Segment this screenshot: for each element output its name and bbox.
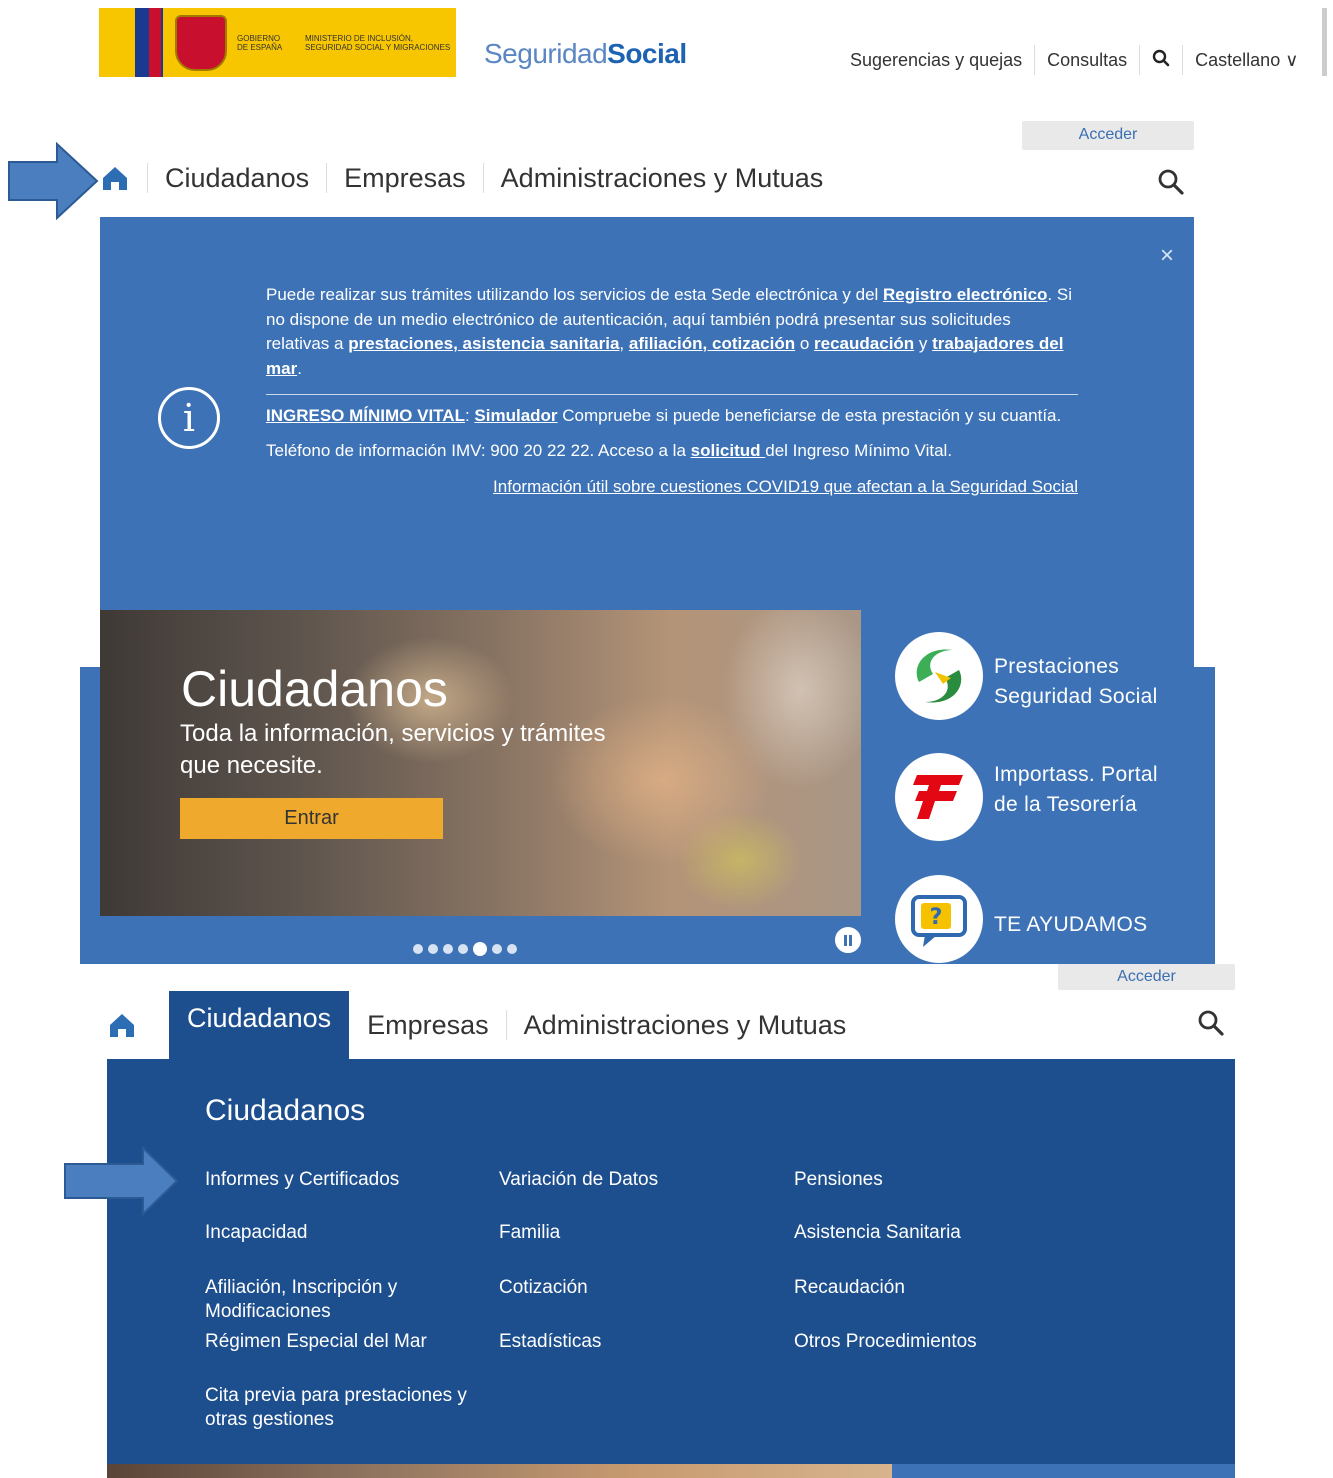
- carousel-dot[interactable]: [507, 944, 517, 954]
- divider: [482, 163, 484, 193]
- government-logo[interactable]: GOBIERNO DE ESPAÑA MINISTERIO DE INCLUSI…: [99, 8, 456, 77]
- home-icon[interactable]: [100, 163, 130, 193]
- recaudacion-link[interactable]: recaudación: [814, 334, 914, 353]
- pause-icon[interactable]: [835, 927, 861, 953]
- divider: [1139, 45, 1141, 75]
- banner-text: Puede realizar sus trámites utilizando l…: [266, 283, 1078, 500]
- divider: [1182, 45, 1184, 75]
- gov-logo-text: GOBIERNO DE ESPAÑA: [237, 33, 283, 52]
- help-question-icon[interactable]: ?: [895, 875, 983, 963]
- utility-links: Sugerencias y quejas Consultas Castellan…: [850, 44, 1298, 76]
- search-icon[interactable]: [1197, 1009, 1225, 1037]
- afiliacion-link[interactable]: afiliación, cotización: [629, 334, 795, 353]
- nav-ciudadanos[interactable]: Ciudadanos: [165, 163, 309, 194]
- ministry-logo-text: MINISTERIO DE INCLUSIÓN, SEGURIDAD SOCIA…: [305, 33, 451, 52]
- registro-electronico-link[interactable]: Registro electrónico: [883, 285, 1047, 304]
- flag-icon: [135, 8, 163, 77]
- main-nav: Ciudadanos Empresas Administraciones y M…: [100, 155, 823, 201]
- carousel-dot[interactable]: [428, 944, 438, 954]
- acceder-button[interactable]: Acceder: [1022, 121, 1194, 150]
- text: .: [297, 358, 302, 378]
- text: Puede realizar sus trámites utilizando l…: [266, 285, 884, 304]
- menu-familia[interactable]: Familia: [499, 1221, 779, 1245]
- importass-logo-icon[interactable]: [895, 753, 983, 841]
- hero-title: Ciudadanos: [181, 661, 448, 717]
- text: o: [795, 334, 815, 353]
- text: del Ingreso Mínimo Vital.: [765, 440, 953, 460]
- menu-incapacidad[interactable]: Incapacidad: [205, 1221, 485, 1245]
- carousel-dot[interactable]: [492, 944, 502, 954]
- tab-ciudadanos-active[interactable]: Ciudadanos: [169, 991, 350, 1059]
- suggestions-link[interactable]: Sugerencias y quejas: [850, 50, 1022, 71]
- te-ayudamos-link[interactable]: TE AYUDAMOS: [994, 910, 1184, 940]
- svg-text:?: ?: [930, 905, 943, 930]
- simulador-link[interactable]: Simulador: [474, 406, 557, 425]
- imv-paragraph: INGRESO MÍNIMO VITAL: Simulador Comprueb…: [266, 404, 1078, 429]
- text: ,: [619, 334, 629, 353]
- divider: [266, 394, 1078, 395]
- language-selector[interactable]: Castellano ∨: [1195, 50, 1298, 71]
- carousel-dot[interactable]: [413, 944, 423, 954]
- logo-text-bold: Social: [607, 38, 687, 69]
- hero-background-edge: [892, 1464, 1235, 1478]
- text: Compruebe si puede beneficiarse de esta …: [557, 406, 1062, 425]
- logo-text-light: Seguridad: [484, 38, 608, 69]
- menu-cita-previa[interactable]: Cita previa para prestaciones y otras ge…: [205, 1384, 485, 1432]
- text: y: [914, 334, 933, 353]
- carousel-dot[interactable]: [458, 944, 468, 954]
- nav-administraciones[interactable]: Administraciones y Mutuas: [524, 1010, 847, 1041]
- imv-link[interactable]: INGRESO MÍNIMO VITAL: [266, 406, 465, 425]
- nav-empresas[interactable]: Empresas: [367, 1010, 489, 1041]
- consultas-link[interactable]: Consultas: [1047, 50, 1127, 71]
- solicitud-link[interactable]: solicitud: [691, 441, 766, 460]
- menu-variacion-datos[interactable]: Variación de Datos: [499, 1168, 779, 1192]
- hero-image-edge: [107, 1464, 892, 1478]
- hero-subtitle: Toda la información, servicios y trámite…: [180, 720, 606, 779]
- main-nav-expanded: Ciudadanos Empresas Administraciones y M…: [107, 991, 846, 1059]
- search-icon[interactable]: [1152, 49, 1170, 72]
- annotation-arrow-icon: [64, 1146, 179, 1216]
- menu-afiliacion[interactable]: Afiliación, Inscripción y Modificaciones: [205, 1276, 485, 1324]
- coat-of-arms-icon: [175, 14, 227, 71]
- menu-recaudacion[interactable]: Recaudación: [794, 1276, 1074, 1300]
- covid-info-link[interactable]: Información útil sobre cuestiones COVID1…: [266, 475, 1078, 500]
- prestaciones-link[interactable]: prestaciones, asistencia sanitaria: [348, 334, 619, 353]
- menu-pensiones[interactable]: Pensiones: [794, 1168, 1074, 1192]
- home-icon[interactable]: [107, 1010, 137, 1040]
- importass-link[interactable]: Importass. Portal de la Tesorería: [994, 760, 1184, 820]
- banner-paragraph: Puede realizar sus trámites utilizando l…: [266, 283, 1078, 381]
- entrar-button[interactable]: Entrar: [180, 798, 443, 839]
- annotation-arrow-icon: [8, 142, 99, 220]
- menu-informes-certificados[interactable]: Informes y Certificados: [205, 1168, 485, 1192]
- imv-phone-paragraph: Teléfono de información IMV: 900 20 22 2…: [266, 439, 1078, 464]
- close-icon[interactable]: ×: [1160, 242, 1174, 270]
- scrollbar-edge: [1322, 8, 1327, 76]
- divider: [147, 163, 148, 193]
- divider: [1034, 45, 1036, 75]
- text: Teléfono de información IMV: 900 20 22 2…: [266, 440, 691, 460]
- search-icon[interactable]: [1157, 168, 1185, 196]
- menu-otros-procedimientos[interactable]: Otros Procedimientos: [794, 1330, 1074, 1354]
- seguridad-social-logo[interactable]: SeguridadSocial: [484, 38, 687, 70]
- acceder-button[interactable]: Acceder: [1058, 964, 1235, 990]
- nav-empresas[interactable]: Empresas: [344, 163, 466, 194]
- nav-administraciones[interactable]: Administraciones y Mutuas: [501, 163, 824, 194]
- menu-cotizacion[interactable]: Cotización: [499, 1276, 779, 1300]
- carousel-dot[interactable]: [443, 944, 453, 954]
- prestaciones-link[interactable]: Prestaciones Seguridad Social: [994, 652, 1184, 712]
- divider: [326, 163, 328, 193]
- menu-asistencia-sanitaria[interactable]: Asistencia Sanitaria: [794, 1221, 1074, 1245]
- prestaciones-logo-icon[interactable]: [895, 632, 983, 720]
- carousel-indicators: [413, 942, 517, 956]
- text: :: [464, 406, 475, 425]
- menu-estadisticas[interactable]: Estadísticas: [499, 1330, 779, 1354]
- carousel-dot[interactable]: [473, 942, 487, 956]
- menu-regimen-mar[interactable]: Régimen Especial del Mar: [205, 1330, 485, 1354]
- info-icon: i: [158, 387, 220, 449]
- mega-menu-title: Ciudadanos: [205, 1094, 366, 1127]
- divider: [505, 1010, 507, 1040]
